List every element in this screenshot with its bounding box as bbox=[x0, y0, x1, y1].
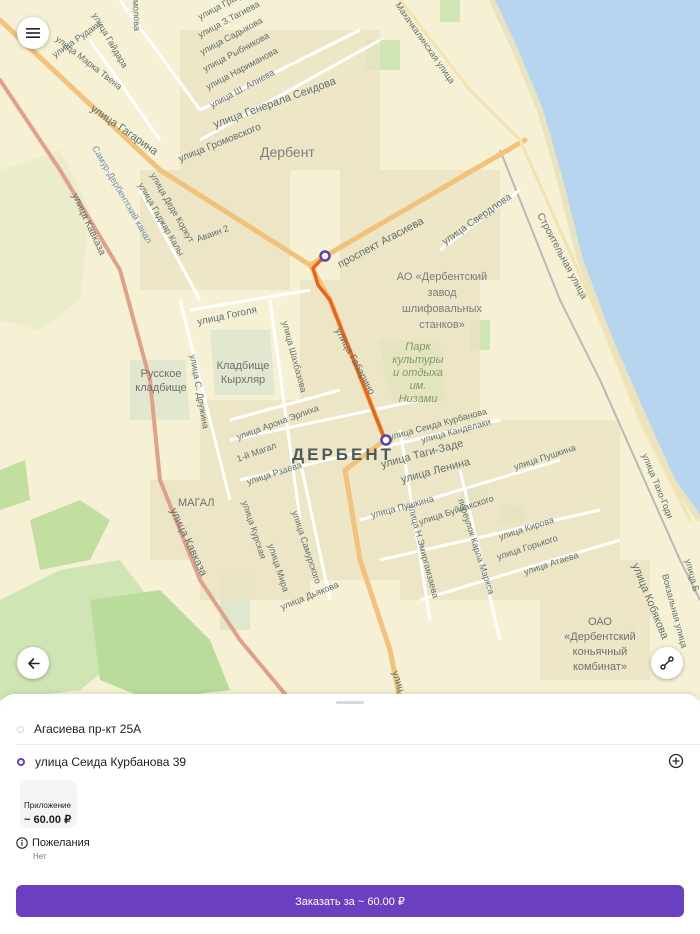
address-divider bbox=[16, 744, 700, 745]
map-label-kladbishche-2: Кырхляр bbox=[221, 374, 265, 386]
from-address-row[interactable]: Агасиева пр-кт 25А bbox=[0, 722, 700, 736]
wishes-row[interactable]: Пожелания bbox=[16, 837, 90, 849]
map-label-kladbishche-1: Кладбище bbox=[217, 360, 270, 372]
map-label-kombinat-4: комбинат» bbox=[573, 661, 627, 673]
to-address-row[interactable]: улица Сеида Курбанова 39 bbox=[0, 755, 700, 769]
map-label-park-3: и отдыха bbox=[393, 367, 443, 379]
map-label-russkoe-1: Русское bbox=[141, 368, 182, 380]
map-label-kombinat-2: «Дербентский bbox=[564, 631, 636, 643]
map-label-street-molova: молова bbox=[131, 0, 142, 31]
route-button[interactable] bbox=[651, 647, 683, 679]
wishes-title: Пожелания bbox=[32, 837, 90, 849]
from-dot-icon bbox=[17, 725, 24, 733]
hamburger-icon bbox=[26, 28, 40, 38]
map-label-park-1: Парк bbox=[405, 341, 431, 353]
to-address: улица Сеида Курбанова 39 bbox=[35, 755, 187, 769]
wishes-value: Нет bbox=[33, 852, 47, 861]
route-icon bbox=[660, 656, 674, 670]
info-icon bbox=[16, 837, 28, 849]
map-label-city-main: ДЕРБЕНТ bbox=[292, 445, 394, 464]
route-start-marker[interactable] bbox=[319, 250, 331, 262]
map-label-kombinat-1: ОАО bbox=[588, 616, 612, 628]
map[interactable]: Дербент ДЕРБЕНТ улица Гагарина улица Кав… bbox=[0, 0, 700, 700]
map-label-park-2: культуры bbox=[392, 354, 443, 366]
menu-button[interactable] bbox=[17, 17, 49, 49]
back-button[interactable] bbox=[17, 647, 49, 679]
map-label-park-4: им. bbox=[410, 380, 427, 392]
map-label-zavod-3: шлифовальных bbox=[402, 303, 483, 315]
map-label-russkoe-2: кладбище bbox=[135, 382, 186, 394]
from-address: Агасиева пр-кт 25А bbox=[34, 722, 142, 736]
map-label-kombinat-3: коньячный bbox=[573, 646, 628, 658]
map-park-small5 bbox=[440, 0, 460, 22]
map-label-park-5: Низами bbox=[399, 393, 438, 405]
map-label-zavod-4: станков» bbox=[419, 319, 465, 331]
map-label-magal: МАГАЛ bbox=[178, 497, 215, 509]
order-sheet: Агасиева пр-кт 25А улица Сеида Курбанова… bbox=[0, 694, 700, 934]
order-button[interactable]: Заказать за ~ 60.00 ₽ bbox=[16, 885, 684, 917]
order-button-label: Заказать за ~ 60.00 ₽ bbox=[295, 895, 405, 908]
tariff-price: ~ 60.00 ₽ bbox=[24, 814, 72, 826]
add-stop-icon[interactable] bbox=[668, 753, 684, 769]
map-label-zavod-1: АО «Дербентский bbox=[397, 271, 487, 283]
arrow-left-icon bbox=[27, 657, 40, 669]
map-label-city-district: Дербент bbox=[260, 144, 315, 160]
tariff-card[interactable]: Приложение ~ 60.00 ₽ bbox=[20, 780, 77, 828]
tariff-name: Приложение bbox=[24, 801, 71, 810]
sheet-handle[interactable] bbox=[336, 701, 364, 704]
map-label-zavod-2: завод bbox=[427, 287, 457, 299]
to-dot-icon bbox=[17, 758, 25, 766]
